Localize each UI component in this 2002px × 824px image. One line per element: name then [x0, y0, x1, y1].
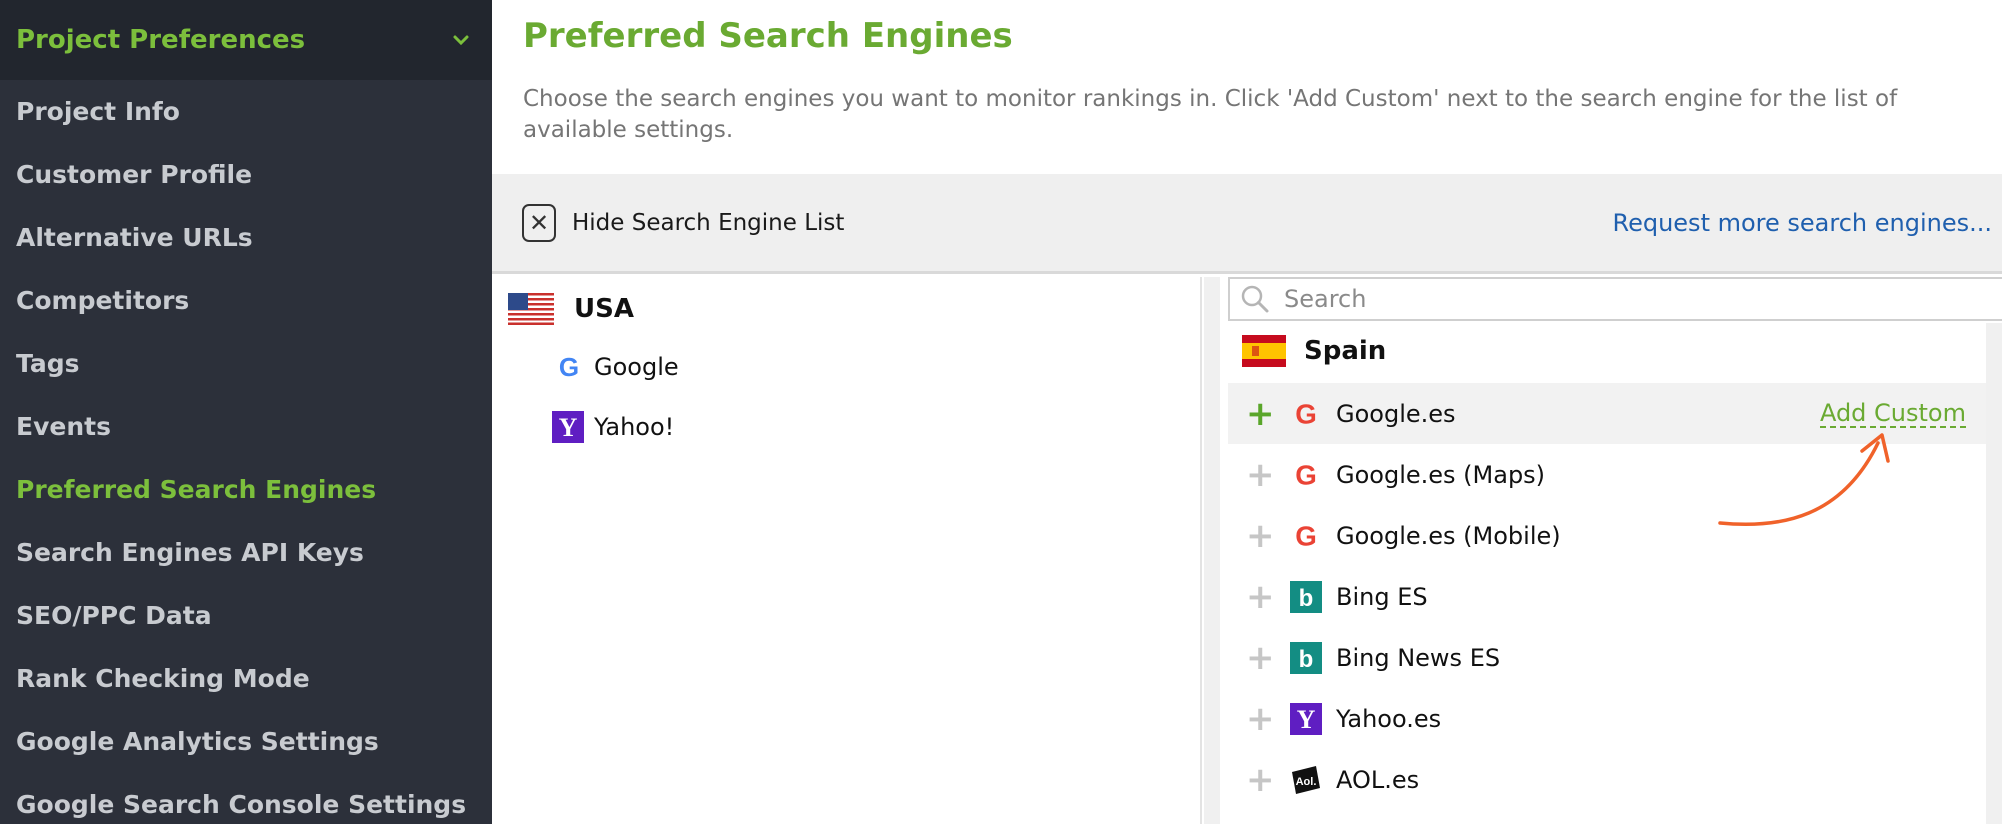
add-engine-icon[interactable]: +: [1246, 580, 1275, 614]
sidebar-item-google-analytics-settings[interactable]: Google Analytics Settings: [0, 710, 492, 773]
add-engine-icon[interactable]: +: [1246, 519, 1275, 553]
google-icon: G: [1295, 459, 1317, 490]
sidebar-item-alternative-urls[interactable]: Alternative URLs: [0, 206, 492, 269]
engine-row-google-es-maps[interactable]: + G Google.es (Maps): [1228, 444, 1986, 505]
available-engines-panel: Spain + G Google.es Add Custom + G Googl…: [1228, 277, 2002, 824]
sidebar-item-seo-ppc-data[interactable]: SEO/PPC Data: [0, 584, 492, 647]
page-title: Preferred Search Engines: [523, 16, 1013, 56]
scrollbar[interactable]: [1986, 323, 2002, 824]
sidebar-item-events[interactable]: Events: [0, 395, 492, 458]
sidebar-item-search-engines-api-keys[interactable]: Search Engines API Keys: [0, 521, 492, 584]
sidebar-item-rank-checking-mode[interactable]: Rank Checking Mode: [0, 647, 492, 710]
google-icon: G: [1295, 398, 1317, 429]
close-icon: ✕: [522, 203, 556, 242]
engine-row-yahoo-es[interactable]: + Y Yahoo.es: [1228, 688, 1986, 749]
sidebar-nav: Project Info Customer Profile Alternativ…: [0, 80, 492, 824]
sidebar-item-google-search-console-settings[interactable]: Google Search Console Settings: [0, 773, 492, 824]
google-icon: G: [1295, 520, 1317, 551]
search-icon: [1241, 285, 1269, 313]
google-icon: G: [559, 352, 579, 382]
sidebar-header[interactable]: Project Preferences: [0, 0, 492, 80]
yahoo-icon: Y: [552, 411, 584, 443]
selected-engine-google[interactable]: G Google: [554, 352, 679, 382]
selected-engine-yahoo[interactable]: Y Yahoo!: [552, 411, 674, 443]
sidebar-item-competitors[interactable]: Competitors: [0, 269, 492, 332]
svg-text:G: G: [1295, 520, 1317, 551]
selected-engines-list: USA G Google Y Yahoo!: [492, 277, 1202, 824]
search-input[interactable]: [1284, 285, 1972, 313]
engine-row-bing-es[interactable]: + b Bing ES: [1228, 566, 1986, 627]
add-engine-icon[interactable]: +: [1246, 763, 1275, 797]
country-row-usa: USA: [508, 293, 634, 325]
engine-row-google-es-mobile[interactable]: + G Google.es (Mobile): [1228, 505, 1986, 566]
page-description: Choose the search engines you want to mo…: [523, 86, 1898, 143]
main-panel: Preferred Search Engines Choose the sear…: [492, 0, 2002, 824]
chevron-down-icon[interactable]: [450, 29, 472, 51]
sidebar-header-title: Project Preferences: [16, 25, 306, 55]
engine-list-toolbar: ✕ Hide Search Engine List Request more s…: [492, 174, 2002, 274]
svg-text:G: G: [1295, 398, 1317, 429]
svg-text:Y: Y: [1297, 705, 1316, 734]
engine-row-google-es[interactable]: + G Google.es Add Custom: [1228, 383, 1986, 444]
svg-text:G: G: [559, 352, 579, 382]
country-row-spain: Spain: [1242, 335, 1386, 367]
sidebar-item-customer-profile[interactable]: Customer Profile: [0, 143, 492, 206]
bing-icon: b: [1290, 580, 1322, 613]
svg-text:b: b: [1299, 585, 1314, 612]
engine-search-box[interactable]: [1228, 277, 2002, 321]
sidebar-item-preferred-search-engines[interactable]: Preferred Search Engines: [0, 458, 492, 521]
yahoo-icon: Y: [1290, 702, 1322, 735]
country-name: Spain: [1304, 336, 1387, 366]
svg-text:b: b: [1299, 646, 1314, 673]
engine-row-bing-news-es[interactable]: + b Bing News ES: [1228, 627, 1986, 688]
pane-divider[interactable]: [1204, 277, 1220, 824]
add-engine-icon[interactable]: +: [1246, 458, 1275, 492]
aol-icon: Aol.: [1292, 765, 1320, 794]
add-engine-icon[interactable]: +: [1246, 702, 1275, 736]
svg-text:Aol.: Aol.: [1296, 776, 1317, 788]
engine-row-aol-es[interactable]: + Aol. AOL.es: [1228, 749, 1986, 810]
sidebar-item-tags[interactable]: Tags: [0, 332, 492, 395]
usa-flag-icon: [508, 293, 554, 325]
bing-icon: b: [1290, 641, 1322, 674]
add-engine-icon[interactable]: +: [1246, 641, 1275, 675]
country-name: USA: [574, 294, 634, 324]
svg-text:G: G: [1295, 459, 1317, 490]
request-more-engines-link[interactable]: Request more search engines...: [1612, 209, 1992, 237]
sidebar: Project Preferences Project Info Custome…: [0, 0, 492, 824]
sidebar-item-project-info[interactable]: Project Info: [0, 80, 492, 143]
hide-engine-list-label: Hide Search Engine List: [572, 209, 845, 236]
add-engine-icon[interactable]: +: [1246, 397, 1275, 431]
available-engines-list: Spain + G Google.es Add Custom + G Googl…: [1228, 323, 1986, 824]
add-custom-link[interactable]: Add Custom: [1819, 400, 1966, 428]
hide-engine-list-button[interactable]: ✕ Hide Search Engine List: [522, 203, 845, 242]
svg-text:Y: Y: [559, 413, 578, 442]
spain-flag-icon: [1242, 335, 1286, 367]
